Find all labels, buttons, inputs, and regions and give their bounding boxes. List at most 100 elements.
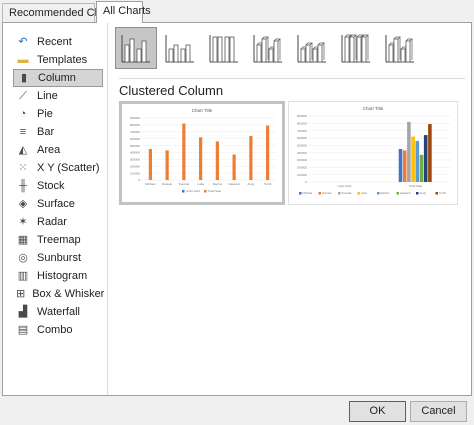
x-tick-label: Lalia	[197, 182, 204, 186]
x-tick-label: Total Sale	[409, 184, 423, 188]
category-item-sunburst[interactable]: ◎ Sunburst	[13, 249, 103, 267]
category-label: Surface	[37, 198, 75, 210]
category-label: Column	[38, 72, 76, 84]
category-item-waterfall[interactable]: ▟ Waterfall	[13, 303, 103, 321]
category-label: Line	[37, 90, 58, 102]
category-label: Histogram	[37, 270, 88, 282]
x-tick-label: Andy	[247, 182, 254, 186]
bar	[232, 154, 236, 180]
legend-swatch	[338, 192, 341, 195]
x-tick-label: Sveinde	[178, 182, 189, 186]
category-item-surface[interactable]: ◈ Surface	[13, 195, 103, 213]
legend-label: Michael	[303, 191, 313, 195]
radar-chart-icon: ✶	[18, 216, 28, 228]
y-tick-label: 100000	[297, 173, 307, 177]
chart-preview-1-svg: Chart Title 900000 800000 700000 600000 50000…	[130, 108, 276, 193]
category-item-line[interactable]: ⟋ Line	[13, 87, 103, 105]
subtype-stacked-column[interactable]	[159, 27, 201, 69]
subtype-separator	[119, 78, 465, 79]
category-item-treemap[interactable]: ▦ Treemap	[13, 231, 103, 249]
tab-all-charts[interactable]: All Charts	[96, 1, 151, 23]
category-item-bar[interactable]: ≡ Bar	[13, 123, 103, 141]
ok-button[interactable]: OK	[349, 401, 406, 422]
category-item-radar[interactable]: ✶ Radar	[13, 213, 103, 231]
bar	[402, 150, 407, 182]
sidebar-divider	[107, 23, 108, 395]
bar	[398, 149, 403, 182]
y-tick-label: 700000	[130, 130, 140, 134]
category-item-recent[interactable]: ↶ Recent	[13, 33, 103, 51]
category-item-box-whisker[interactable]: ⊞ Box & Whisker	[13, 285, 105, 303]
bar	[182, 123, 186, 180]
legend-swatch	[318, 192, 321, 195]
category-label: Recent	[37, 36, 72, 48]
y-tick-label: 200000	[130, 164, 140, 168]
legend-label: Units Sold	[186, 189, 200, 193]
chart-preview-1[interactable]: Chart Title 900000 800000 700000 600000 50000…	[119, 101, 285, 205]
y-tick-label: 900000	[297, 114, 307, 118]
3d-column-icon	[385, 35, 414, 63]
category-label: Stock	[37, 180, 65, 192]
chart-preview-2-svg: Chart Title 900000 800000 700000 600000 50000…	[297, 106, 451, 195]
column-chart-icon: ▮	[20, 72, 28, 84]
legend-swatch	[182, 190, 185, 193]
legend-swatch	[435, 192, 438, 195]
y-tick-label: 200000	[297, 166, 307, 170]
treemap-chart-icon: ▦	[17, 234, 29, 246]
legend-label: Sveinde	[342, 191, 353, 195]
subtype-clustered-column[interactable]	[115, 27, 157, 69]
subtype-100-stacked-column[interactable]	[203, 27, 245, 69]
category-item-folder[interactable]: ▬ Templates	[13, 51, 103, 69]
y-tick-label: 600000	[297, 136, 307, 140]
category-item-stock[interactable]: ╫ Stock	[13, 177, 103, 195]
line-chart-icon: ⟋	[19, 90, 27, 102]
y-tick-label: 0	[305, 180, 307, 184]
y-tick-label: 100000	[130, 171, 140, 175]
y-tick-label: 700000	[297, 129, 307, 133]
legend-label: Andy	[420, 191, 427, 195]
x-tick-label: Hassard	[229, 182, 241, 186]
selected-subtype-label: Clustered Column	[119, 83, 224, 98]
category-label: Treemap	[37, 234, 81, 246]
subtype-3d-stacked-column[interactable]	[291, 27, 333, 69]
insert-chart-dialog: Recommended Charts All Charts ↶ Recent ▬ Te…	[0, 0, 474, 425]
cancel-button[interactable]: Cancel	[410, 401, 467, 422]
combo-chart-icon: ▤	[17, 324, 29, 336]
subtype-3d-column[interactable]	[379, 27, 421, 69]
bar	[199, 137, 203, 180]
box-whisker-chart-icon: ⊞	[16, 288, 26, 300]
legend-label: Torrill	[439, 191, 446, 195]
x-tick-label: Daniele	[162, 182, 173, 186]
bar	[249, 135, 253, 180]
legend-swatch	[299, 192, 302, 195]
x-tick-label: Units Sold	[338, 184, 352, 188]
category-label: Combo	[37, 324, 73, 336]
clustered-column-icon	[121, 35, 150, 63]
sunburst-chart-icon: ◎	[18, 252, 28, 264]
3d-100-stacked-column-icon	[341, 34, 370, 63]
category-item-pie[interactable]: ◔ Pie	[13, 105, 103, 123]
legend-swatch	[416, 192, 419, 195]
stacked-column-icon	[165, 35, 194, 63]
category-label: Pie	[37, 108, 53, 120]
tab-recommended-charts[interactable]: Recommended Charts	[2, 3, 119, 23]
bar-chart-icon: ≡	[19, 126, 27, 138]
category-label: Box & Whisker	[32, 288, 105, 300]
category-item-scatter[interactable]: ⁙ X Y (Scatter)	[13, 159, 103, 177]
scatter-chart-icon: ⁙	[18, 162, 28, 174]
bar	[415, 140, 420, 182]
subtype-3d-100-stacked-column[interactable]	[335, 27, 377, 69]
subtype-3d-clustered-column[interactable]	[247, 27, 289, 69]
chart-preview-2[interactable]: Chart Title 900000 800000 700000 600000 50000…	[288, 101, 458, 205]
stock-chart-icon: ╫	[19, 180, 27, 192]
category-item-column[interactable]: ▮ Column	[13, 69, 103, 87]
3d-stacked-column-icon	[297, 35, 326, 63]
bar	[266, 125, 270, 180]
100-stacked-column-icon	[209, 35, 238, 63]
3d-clustered-column-icon	[253, 35, 282, 63]
category-item-histogram[interactable]: ▥ Histogram	[13, 267, 103, 285]
folder-icon: ▬	[17, 54, 29, 66]
category-item-combo[interactable]: ▤ Combo	[13, 321, 103, 339]
legend-label: Hassard	[400, 191, 411, 195]
category-item-area[interactable]: ◭ Area	[13, 141, 103, 159]
